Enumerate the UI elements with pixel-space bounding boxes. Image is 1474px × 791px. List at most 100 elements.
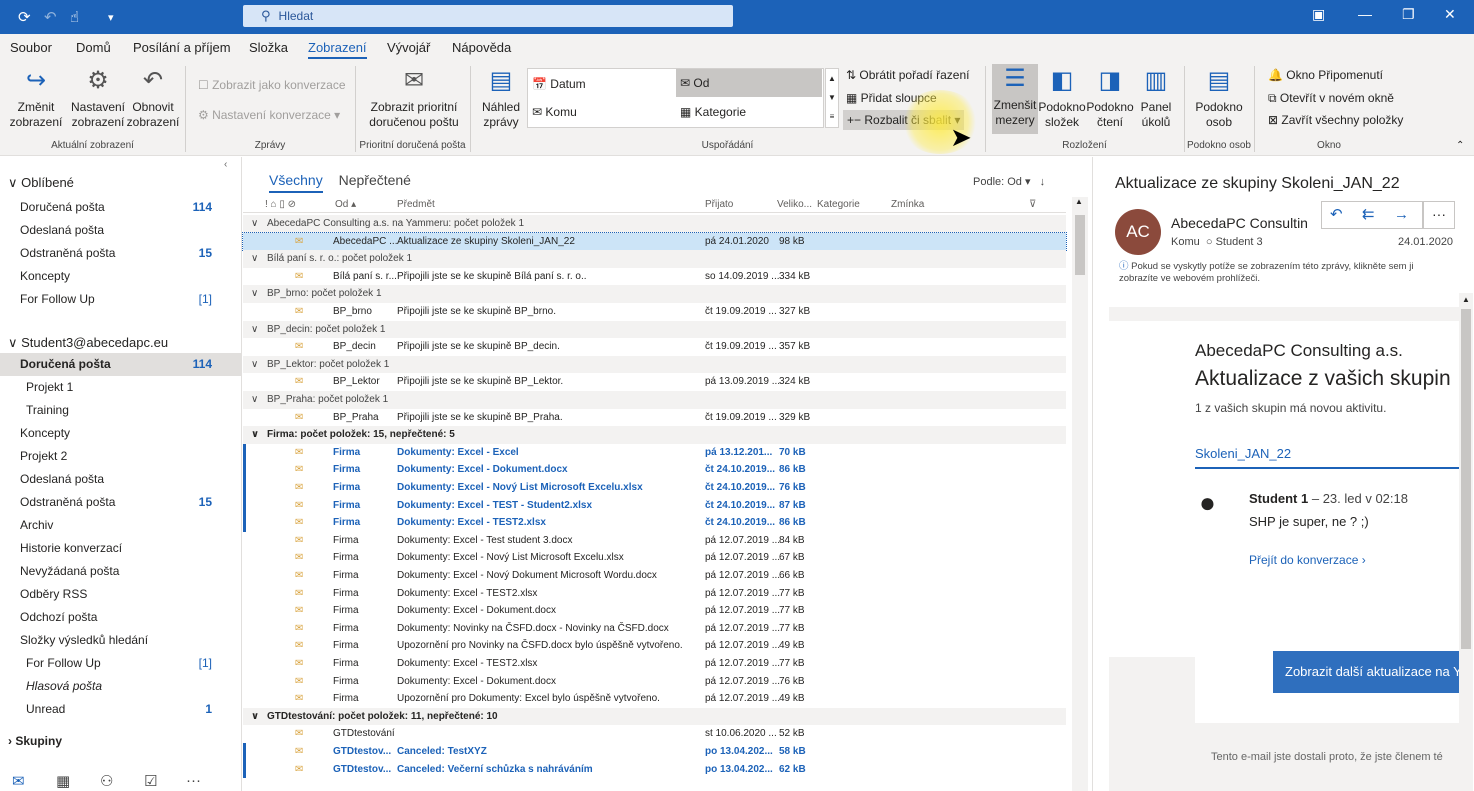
message-row[interactable]: ✉ Firma Upozornění pro Dokumenty: Excel by… bbox=[243, 690, 1066, 708]
flag-icons-header[interactable]: ! ⌂ ▯ ⊘ bbox=[265, 199, 296, 210]
collapse-group-icon[interactable]: ∨ bbox=[251, 708, 259, 726]
info-bar[interactable]: ⓘ Pokud se vyskytly potíže se zobrazením… bbox=[1119, 261, 1449, 285]
message-row[interactable]: ✉ BP_decin Připojili jste se ke skupině BP… bbox=[243, 338, 1066, 356]
reduce-spacing-button[interactable]: ☰ Zmenšit mezery bbox=[992, 64, 1038, 134]
collapse-group-icon[interactable]: ∨ bbox=[251, 356, 258, 374]
message-row[interactable]: ✉ Firma Dokumenty: Excel - TEST2.xlsx pá 12… bbox=[243, 655, 1066, 673]
message-row[interactable]: ✉ GTDtestov... Canceled: TestXYZ po 13.04.2… bbox=[243, 743, 1066, 761]
col-size[interactable]: Veliko... bbox=[777, 199, 812, 210]
folder-item[interactable]: Unread 1 bbox=[0, 698, 242, 721]
change-view-button[interactable]: ↪ Změnit zobrazení bbox=[6, 66, 66, 130]
folder-item[interactable]: Projekt 1 bbox=[0, 376, 242, 399]
tab-slozka[interactable]: Složka bbox=[249, 40, 288, 55]
reply-all-icon[interactable]: ⇇ bbox=[1362, 202, 1375, 228]
group-header-row[interactable]: ∨ BP_Praha: počet položek 1 bbox=[243, 391, 1066, 409]
collapse-group-icon[interactable]: ∨ bbox=[251, 250, 258, 268]
folder-item[interactable]: Odstraněná pošta 15 bbox=[0, 242, 242, 265]
focused-inbox-button[interactable]: ✉ Zobrazit prioritní doručenou poštu bbox=[362, 66, 466, 130]
folder-item[interactable]: Historie konverzací bbox=[0, 537, 242, 560]
message-row[interactable]: ✉ Firma Dokumenty: Excel - Dokument.docx čt… bbox=[243, 461, 1066, 479]
arrange-date[interactable]: 📅 Datum bbox=[532, 77, 586, 91]
folder-item[interactable]: Archiv bbox=[0, 514, 242, 537]
tab-zobrazeni[interactable]: Zobrazení bbox=[308, 40, 367, 59]
folder-item[interactable]: Training bbox=[0, 399, 242, 422]
message-row[interactable]: ✉ Firma Dokumenty: Excel - TEST - Student2… bbox=[243, 496, 1066, 515]
folder-pane-button[interactable]: ◧ Podokno složek bbox=[1038, 66, 1086, 130]
folder-item[interactable]: Odchozí pošta bbox=[0, 606, 242, 629]
scroll-up-icon[interactable]: ▲ bbox=[1462, 295, 1470, 304]
mail-icon[interactable]: ✉ bbox=[12, 772, 25, 790]
undo-icon[interactable]: ↶ bbox=[44, 8, 57, 26]
view-settings-button[interactable]: ⚙ Nastavení zobrazení bbox=[70, 66, 126, 130]
message-row[interactable]: ✉ Firma Dokumenty: Excel - Nový List Micro… bbox=[243, 549, 1066, 567]
folder-item[interactable]: Hlasová pošta bbox=[0, 675, 242, 698]
arrange-category[interactable]: ▦ Kategorie bbox=[680, 105, 746, 119]
tab-posilani[interactable]: Posílání a příjem bbox=[133, 40, 231, 55]
calendar-icon[interactable]: ▦ bbox=[56, 772, 70, 790]
go-to-conversation-link[interactable]: Přejít do konverzace › bbox=[1249, 553, 1366, 567]
message-preview-button[interactable]: ▤ Náhled zprávy bbox=[478, 66, 524, 130]
group-header-row[interactable]: ∨ AbecedaPC Consulting a.s. na Yammeru: p… bbox=[243, 215, 1066, 233]
filter-icon[interactable]: ⊽ bbox=[1029, 199, 1036, 210]
folder-item[interactable]: Doručená pošta 114 bbox=[0, 353, 242, 376]
arrange-from[interactable]: ✉ Od bbox=[676, 69, 822, 97]
message-row[interactable]: ✉ Firma Dokumenty: Excel - Test student 3.… bbox=[243, 532, 1066, 550]
close-all-items-button[interactable]: ⊠ Zavřít všechny položky bbox=[1268, 113, 1403, 127]
reading-pane-scrollbar[interactable]: ▲ bbox=[1459, 293, 1473, 791]
folder-item[interactable]: Složky výsledků hledání bbox=[0, 629, 242, 652]
people-icon[interactable]: ⚇ bbox=[100, 772, 113, 790]
message-row[interactable]: ✉ Bílá paní s. r... Připojili jste se ke s… bbox=[243, 268, 1066, 286]
folder-item[interactable]: Odeslaná pošta bbox=[0, 219, 242, 242]
sort-dropdown[interactable]: Podle: Od ▾ ↓ bbox=[973, 175, 1045, 188]
open-new-window-button[interactable]: ⧉ Otevřít v novém okně bbox=[1268, 91, 1394, 106]
sync-icon[interactable]: ⟳ bbox=[18, 8, 31, 26]
tab-domu[interactable]: Domů bbox=[76, 40, 111, 55]
avatar[interactable]: AC bbox=[1115, 209, 1161, 255]
scroll-up-icon[interactable]: ▲ bbox=[1075, 197, 1083, 206]
message-row[interactable]: ✉ Firma Dokumenty: Excel - Dokument.docx pá… bbox=[243, 673, 1066, 691]
message-row[interactable]: ✉ Firma Dokumenty: Excel - TEST2.xlsx pá 12… bbox=[243, 585, 1066, 603]
collapse-group-icon[interactable]: ∨ bbox=[251, 215, 258, 233]
scroll-thumb[interactable] bbox=[1075, 215, 1085, 275]
tasks-icon[interactable]: ☑ bbox=[144, 772, 157, 790]
folder-item[interactable]: For Follow Up [1] bbox=[0, 652, 242, 675]
col-from[interactable]: Od ▴ bbox=[335, 199, 356, 210]
todo-bar-button[interactable]: ▥ Panel úkolů bbox=[1134, 66, 1178, 130]
reminders-window-button[interactable]: 🔔 Okno Připomenutí bbox=[1268, 68, 1383, 82]
collapse-ribbon-icon[interactable]: ⌃ bbox=[1456, 140, 1464, 151]
group-header-row[interactable]: ∨ BP_brno: počet položek 1 bbox=[243, 285, 1066, 303]
account-header[interactable]: ∨ Student3@abecedapc.eu bbox=[8, 335, 168, 351]
col-category[interactable]: Kategorie bbox=[817, 199, 860, 210]
minimize-button[interactable]: — bbox=[1358, 6, 1372, 22]
tab-vyvojar[interactable]: Vývojář bbox=[387, 40, 430, 55]
groups-header[interactable]: › Skupiny bbox=[8, 734, 62, 748]
customize-qat-icon[interactable]: ▾ bbox=[108, 11, 114, 24]
collapse-group-icon[interactable]: ∨ bbox=[251, 285, 258, 303]
folder-item[interactable]: Doručená pošta 114 bbox=[0, 196, 242, 219]
message-row[interactable]: ✉ Firma Dokumenty: Novinky na ČSFD.docx - … bbox=[243, 620, 1066, 638]
group-header-row[interactable]: ∨ BP_Lektor: počet položek 1 bbox=[243, 355, 1066, 374]
message-row[interactable]: ✉ Firma Upozornění pro Novinky na ČSFD.doc… bbox=[243, 637, 1066, 655]
message-row[interactable]: ✉ GTDtestování st 10.06.2020 ... 52 kB bbox=[243, 725, 1066, 743]
folder-item[interactable]: Odstraněná pošta 15 bbox=[0, 491, 242, 514]
collapse-group-icon[interactable]: ∨ bbox=[251, 391, 258, 409]
people-pane-button[interactable]: ▤ Podokno osob bbox=[1192, 66, 1246, 130]
reverse-sort-button[interactable]: ⇅ Obrátit pořadí řazení bbox=[846, 68, 969, 82]
group-header-row[interactable]: ∨ BP_decin: počet položek 1 bbox=[243, 320, 1066, 339]
folder-item[interactable]: Odběry RSS bbox=[0, 583, 242, 606]
folder-item[interactable]: Projekt 2 bbox=[0, 445, 242, 468]
group-header-row[interactable]: ∨ GTDtestování: počet položek: 11, nepřeč… bbox=[243, 707, 1066, 726]
collapse-group-icon[interactable]: ∨ bbox=[251, 426, 259, 444]
message-row[interactable]: ✉ BP_brno Připojili jste se ke skupině BP_… bbox=[243, 303, 1066, 321]
arrange-to[interactable]: ✉ Komu bbox=[532, 105, 577, 119]
folder-item[interactable]: Odeslaná pošta bbox=[0, 468, 242, 491]
message-row[interactable]: ✉ Firma Dokumenty: Excel - Excel pá 13.12.2… bbox=[243, 443, 1066, 462]
message-list-scrollbar[interactable]: ▲ bbox=[1072, 197, 1088, 791]
reply-icon[interactable]: ↶ bbox=[1330, 202, 1343, 228]
restore-button[interactable]: ❐ bbox=[1402, 6, 1415, 23]
forward-icon[interactable]: → bbox=[1394, 202, 1409, 228]
tab-soubor[interactable]: Soubor bbox=[10, 40, 52, 55]
message-row[interactable]: ✉ Firma Dokumenty: Excel - Nový Dokument M… bbox=[243, 567, 1066, 585]
message-row[interactable]: ✉ Firma Dokumenty: Excel - TEST2.xlsx čt 24… bbox=[243, 514, 1066, 532]
tab-napoveda[interactable]: Nápověda bbox=[452, 40, 511, 55]
